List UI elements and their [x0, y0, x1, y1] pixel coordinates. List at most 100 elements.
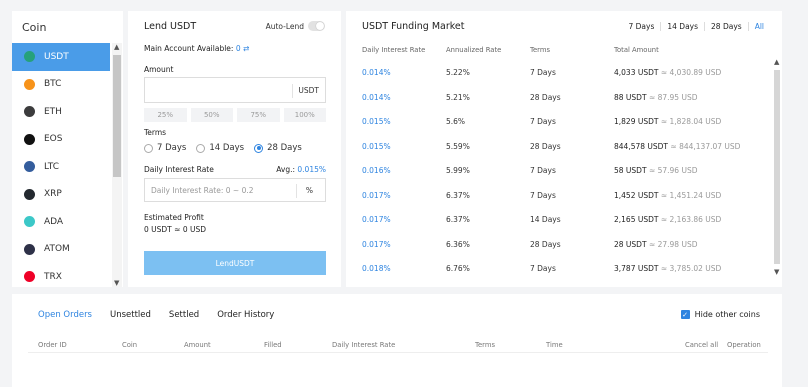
auto-lend[interactable]: Auto-Lend [266, 21, 325, 31]
lend-title: Lend USDT [144, 21, 197, 32]
header-annualized-rate: Annualized Rate [446, 46, 502, 54]
radio-selected-icon [254, 143, 264, 153]
period-tab-all[interactable]: All [749, 22, 770, 31]
lend-button[interactable]: LendUSDT [144, 251, 326, 275]
tab-open-orders[interactable]: Open Orders [38, 310, 92, 320]
market-row[interactable]: 0.017% 6.37% 14 Days 2,165 USDT ≈ 2,163.86 … [346, 215, 766, 240]
coin-item-atom[interactable]: ATOM [12, 236, 110, 264]
coin-label: EOS [44, 134, 63, 145]
percent-75-button[interactable]: 75% [237, 108, 280, 122]
term-cell: 7 Days [530, 166, 556, 175]
period-tab-28-days[interactable]: 28 Days [705, 22, 749, 31]
atom-icon [24, 243, 35, 255]
main-account-label: Main Account Available: [144, 44, 234, 53]
term-14-days[interactable]: 14 Days [196, 143, 244, 153]
rate-cell: 0.017% [362, 239, 391, 249]
percent-100-button[interactable]: 100% [283, 108, 326, 122]
market-row[interactable]: 0.018% 6.76% 7 Days 3,787 USDT ≈ 3,785.02 U… [346, 264, 766, 289]
coin-scroll-thumb[interactable] [113, 55, 121, 177]
term-cell: 7 Days [530, 264, 556, 273]
market-scroll-thumb[interactable] [774, 70, 780, 264]
scroll-up-icon[interactable]: ▲ [114, 43, 119, 51]
avg-value: 0.015% [297, 165, 326, 174]
main-account-row: Main Account Available: 0 ⇄ [144, 44, 249, 53]
hide-other-coins[interactable]: ✓ Hide other coins [680, 310, 760, 319]
total-cell: 1,829 USDT ≈ 1,828.04 USD [614, 117, 721, 126]
amount-input[interactable]: USDT [144, 77, 326, 103]
market-row[interactable]: 0.016% 5.99% 7 Days 58 USDT ≈ 57.96 USD [346, 166, 766, 191]
annualized-cell: 5.6% [446, 117, 466, 126]
market-row[interactable]: 0.014% 5.21% 28 Days 88 USDT ≈ 87.95 USD [346, 93, 766, 118]
terms-label: Terms [144, 128, 167, 137]
header-daily-rate: Daily Interest Rate [332, 341, 396, 349]
coin-item-eos[interactable]: EOS [12, 126, 110, 154]
rate-placeholder: Daily Interest Rate: 0 ~ 0.2 [151, 186, 254, 195]
annualized-cell: 6.36% [446, 239, 470, 249]
total-conversion: ≈ 844,137.07 USD [670, 141, 741, 151]
auto-lend-label: Auto-Lend [265, 21, 304, 31]
tab-unsettled[interactable]: Unsettled [110, 310, 151, 320]
total-cell: 4,033 USDT ≈ 4,030.89 USD [614, 68, 721, 77]
annualized-cell: 6.76% [446, 264, 470, 273]
tab-settled[interactable]: Settled [169, 310, 199, 320]
cancel-all-button[interactable]: Cancel all [685, 341, 718, 349]
total-conversion: ≈ 4,030.89 USD [660, 68, 722, 77]
coin-item-usdt[interactable]: USDT [12, 43, 110, 71]
term-28-days[interactable]: 28 Days [254, 143, 302, 153]
market-row[interactable]: 0.017% 6.36% 28 Days 28 USDT ≈ 27.98 USD [346, 240, 766, 265]
auto-lend-toggle[interactable] [308, 21, 325, 31]
tab-order-history[interactable]: Order History [217, 310, 274, 320]
market-row[interactable]: 0.015% 5.6% 7 Days 1,829 USDT ≈ 1,828.04 US… [346, 117, 766, 142]
term-7-days[interactable]: 7 Days [144, 143, 186, 153]
total-conversion: ≈ 1,828.04 USD [660, 117, 722, 126]
total-amount: 28 USDT [614, 239, 647, 249]
coin-item-trx[interactable]: TRX [12, 263, 110, 287]
avg-rate: Avg.: 0.015% [276, 165, 326, 174]
total-conversion: ≈ 87.95 USD [648, 92, 698, 102]
annualized-cell: 5.22% [446, 68, 470, 77]
coin-item-btc[interactable]: BTC [12, 71, 110, 99]
header-terms: Terms [475, 341, 496, 349]
rate-cell: 0.014% [362, 92, 391, 102]
checkbox-checked-icon[interactable]: ✓ [680, 310, 690, 319]
annualized-cell: 6.37% [446, 215, 470, 224]
header-divider [28, 352, 768, 353]
period-tab-7-days[interactable]: 7 Days [623, 22, 662, 31]
market-row[interactable]: 0.015% 5.59% 28 Days 844,578 USDT ≈ 844,137… [346, 142, 766, 167]
coin-label: XRP [44, 189, 62, 200]
period-tab-14-days[interactable]: 14 Days [661, 22, 706, 31]
est-profit-value: 0 USDT ≈ 0 USD [144, 225, 206, 234]
header-daily-rate: Daily Interest Rate [362, 46, 426, 54]
header-time: Time [546, 341, 563, 349]
term-label: 14 Days [209, 143, 245, 153]
rate-cell: 0.017% [362, 215, 391, 224]
coin-item-xrp[interactable]: XRP [12, 181, 110, 209]
coin-label: ATOM [44, 244, 70, 255]
orders-panel: Open Orders Unsettled Settled Order Hist… [12, 294, 782, 387]
coin-item-eth[interactable]: ETH [12, 98, 110, 126]
coin-scrollbar[interactable]: ▲ ▼ [112, 43, 122, 287]
term-cell: 7 Days [530, 68, 556, 77]
percent-25-button[interactable]: 25% [144, 108, 187, 122]
market-scrollbar[interactable]: ▲ ▼ [772, 58, 782, 276]
market-title: USDT Funding Market [362, 21, 465, 32]
transfer-icon[interactable]: ⇄ [243, 44, 249, 53]
coin-item-ada[interactable]: ADA [12, 208, 110, 236]
percent-buttons: 25% 50% 75% 100% [144, 108, 326, 122]
amount-separator [292, 84, 293, 98]
total-cell: 3,787 USDT ≈ 3,785.02 USD [614, 264, 721, 273]
rate-separator [296, 184, 297, 198]
scroll-up-icon[interactable]: ▲ [774, 58, 779, 66]
term-label: 7 Days [157, 143, 187, 153]
scroll-down-icon[interactable]: ▼ [114, 279, 119, 287]
coin-item-ltc[interactable]: LTC [12, 153, 110, 181]
header-order-id: Order ID [38, 341, 67, 349]
term-label: 28 Days [267, 143, 302, 153]
scroll-down-icon[interactable]: ▼ [774, 268, 779, 276]
percent-50-button[interactable]: 50% [190, 108, 233, 122]
market-row[interactable]: 0.017% 6.37% 7 Days 1,452 USDT ≈ 1,451.24 U… [346, 191, 766, 216]
market-row[interactable]: 0.014% 5.22% 7 Days 4,033 USDT ≈ 4,030.89 U… [346, 68, 766, 93]
order-tabs: Open Orders Unsettled Settled Order Hist… [38, 310, 274, 320]
header-filled: Filled [264, 341, 282, 349]
rate-input[interactable]: Daily Interest Rate: 0 ~ 0.2 % [144, 178, 326, 202]
